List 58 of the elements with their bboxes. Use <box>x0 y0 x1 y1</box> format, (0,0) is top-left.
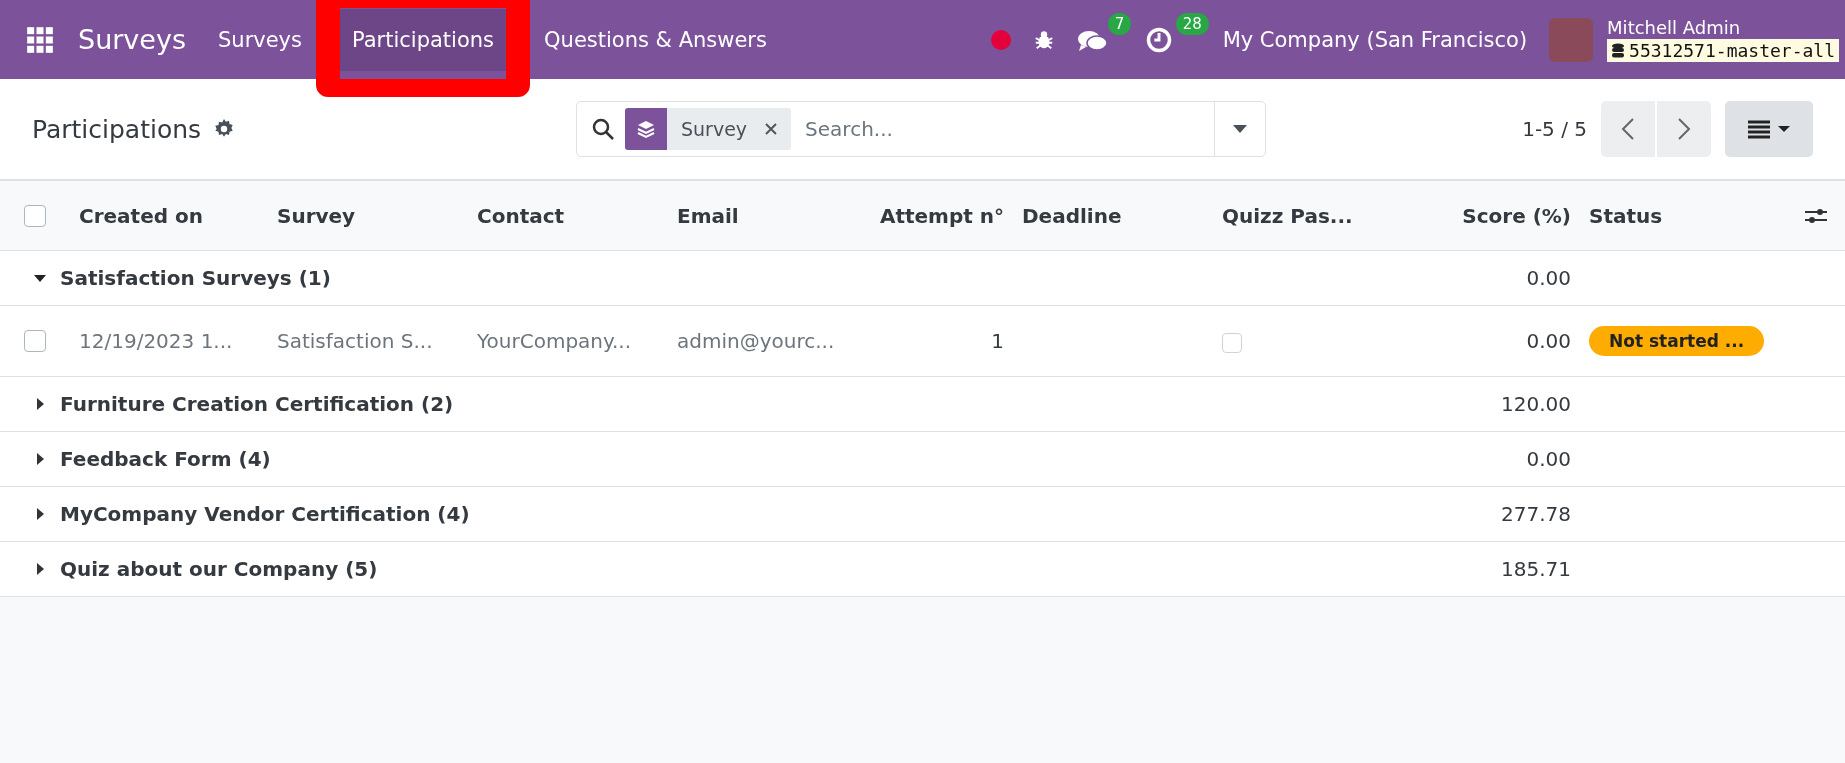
chevron-left-icon <box>1621 117 1635 141</box>
menu-item[interactable]: Surveys <box>206 8 314 71</box>
caret-right-icon[interactable] <box>34 563 46 575</box>
group-label[interactable]: MyCompany Vendor Certification (4) <box>60 502 470 526</box>
group-score: 0.00 <box>1525 447 1572 471</box>
group-score: 185.71 <box>1500 557 1572 581</box>
row-checkbox[interactable] <box>24 330 46 352</box>
column-header[interactable]: Quizz Pas... <box>1213 203 1413 228</box>
view-switcher-button[interactable] <box>1725 101 1813 157</box>
table-cell-text: 12/19/2023 1... <box>78 329 234 353</box>
database-name: 55312571-master-all <box>1629 40 1835 61</box>
column-header[interactable]: Status <box>1580 203 1760 228</box>
column-header[interactable]: Email <box>668 203 868 228</box>
group-score: 120.00 <box>1500 392 1572 416</box>
caret-right-icon[interactable] <box>34 398 46 410</box>
list-view-icon <box>1746 119 1792 139</box>
user-name[interactable]: Mitchell Admin <box>1607 17 1839 39</box>
caret-right-icon[interactable] <box>34 508 46 520</box>
company-switcher[interactable]: My Company (San Francisco) <box>1222 27 1528 52</box>
menu-item[interactable]: Questions & Answers <box>532 8 779 71</box>
chevron-right-icon <box>1677 117 1691 141</box>
table-cell-text: 0.00 <box>1525 329 1572 353</box>
caret-right-icon[interactable] <box>34 453 46 465</box>
caret-icon[interactable] <box>1233 125 1247 133</box>
caret-down-icon[interactable] <box>34 272 46 284</box>
table-cell-text: YourCompany... <box>476 329 633 353</box>
table-cell-text: admin@yourc... <box>676 329 836 353</box>
status-badge: Not started ... <box>1589 326 1765 356</box>
layers-icon <box>636 119 656 139</box>
select-all-checkbox[interactable] <box>24 204 46 227</box>
message-count: 7 <box>1106 11 1133 36</box>
column-header[interactable]: Contact <box>468 203 668 228</box>
pager-value[interactable]: 1-5 / 5 <box>1522 117 1587 141</box>
column-header[interactable]: Attempt n° <box>868 203 1013 228</box>
search-icon[interactable] <box>591 117 615 141</box>
group-label[interactable]: Feedback Form (4) <box>60 447 271 471</box>
facet-label: Survey <box>681 118 748 140</box>
apps-grid-icon[interactable] <box>26 25 54 54</box>
column-header[interactable]: Created on <box>70 203 268 228</box>
column-header[interactable]: Deadline <box>1013 203 1213 228</box>
group-score: 277.78 <box>1500 502 1572 526</box>
group-score: 0.00 <box>1525 266 1572 290</box>
clock-icon[interactable] <box>1144 25 1173 54</box>
search-bar[interactable]: Survey Search... <box>576 101 1266 157</box>
menu-item[interactable]: Participations <box>340 8 507 71</box>
group-label[interactable]: Satisfaction Surveys (1) <box>60 266 331 290</box>
database-icon <box>1611 42 1626 59</box>
table-cell-text: Satisfaction S... <box>276 329 434 353</box>
column-header[interactable]: Score (%) <box>1413 203 1580 228</box>
status-dot-icon[interactable] <box>990 29 1011 50</box>
activity-count: 28 <box>1174 11 1210 36</box>
page-title: Participations <box>32 114 202 144</box>
column-header[interactable]: Survey <box>268 203 468 228</box>
close-icon[interactable] <box>765 123 778 135</box>
group-label[interactable]: Quiz about our Company (5) <box>60 557 378 581</box>
group-label[interactable]: Furniture Creation Certification (2) <box>60 392 454 416</box>
app-name[interactable]: Surveys <box>78 24 186 55</box>
table-cell-text: 1 <box>990 329 1005 353</box>
